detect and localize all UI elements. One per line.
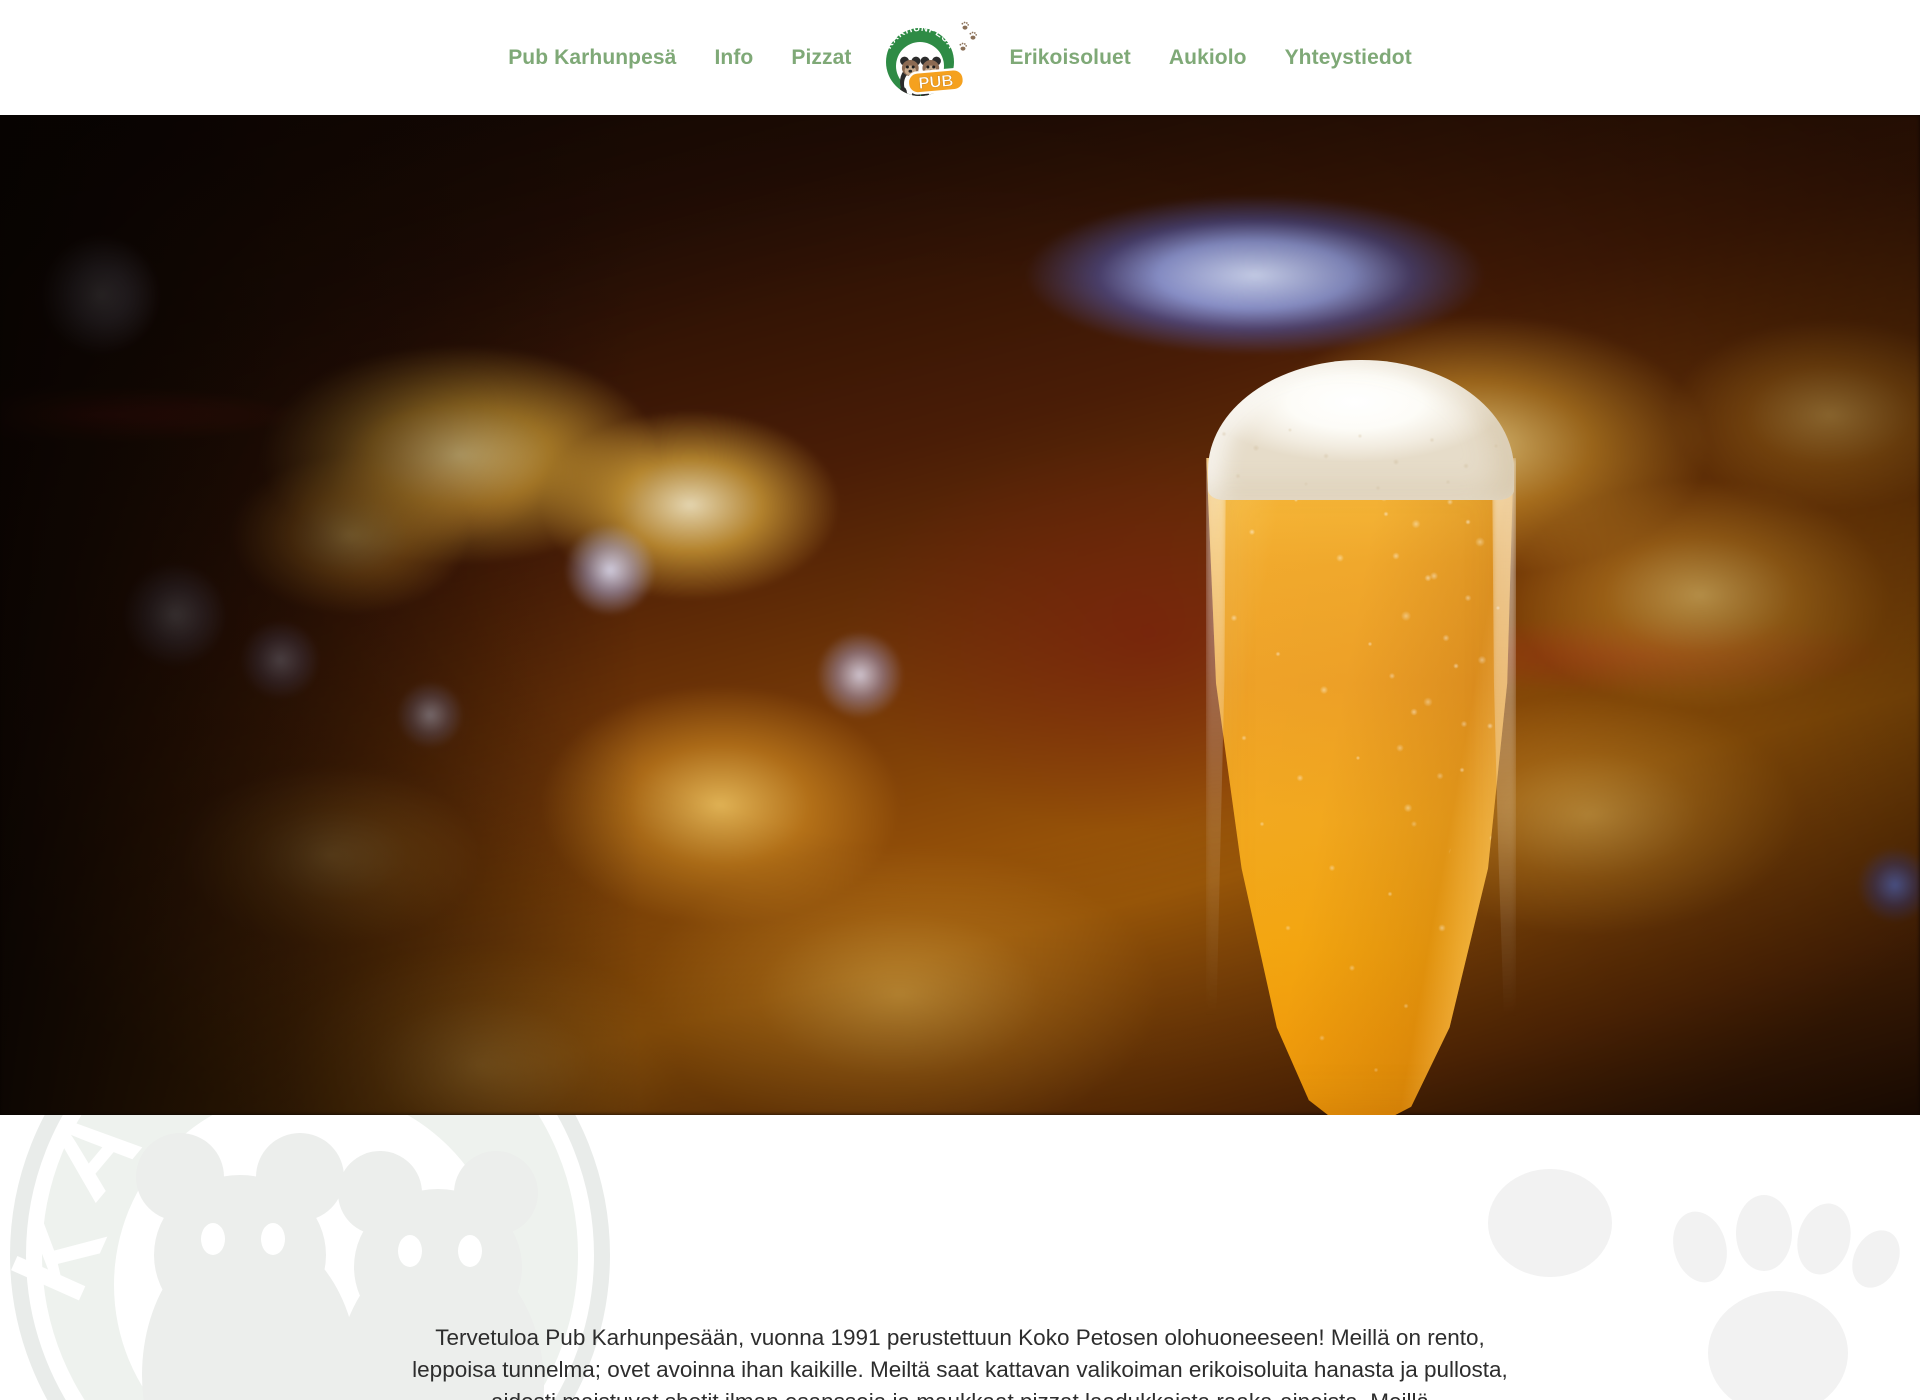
intro-paragraph: Tervetuloa Pub Karhunpesään, vuonna 1991… [412,1325,1508,1400]
nav-yhteystiedot[interactable]: Yhteystiedot [1266,0,1431,115]
main-navigation: Pub Karhunpesä Info Pizzat KARHUNPESÄ PU… [489,0,1431,115]
logo-icon: KARHUNPESÄ PUB [884,21,978,96]
nav-pizzat[interactable]: Pizzat [772,0,870,115]
svg-text:K: K [0,1196,129,1316]
nav-info[interactable]: Info [695,0,772,115]
glass-left-highlight [1206,458,1226,1018]
glass-right-highlight [1492,458,1516,1018]
svg-text:R: R [93,1115,224,1132]
intro-section: K A R H Tervetuloa Pub [0,1115,1920,1400]
nav-aukiolo[interactable]: Aukiolo [1150,0,1266,115]
svg-text:A: A [19,1115,162,1220]
nav-pub-karhunpesa[interactable]: Pub Karhunpesä [489,0,695,115]
site-header: Pub Karhunpesä Info Pizzat KARHUNPESÄ PU… [0,0,1920,115]
karhunpesa-pub-logo[interactable]: KARHUNPESÄ PUB [876,10,984,106]
hero-vignette [0,115,1920,1115]
beer-glass [1200,360,1520,1115]
beer-foam-texture [1208,418,1514,502]
hero-beer-image [0,115,1920,1115]
paw-print-icons [959,21,978,51]
nav-erikoisoluet[interactable]: Erikoisoluet [990,0,1149,115]
svg-text:PUB: PUB [918,71,954,92]
